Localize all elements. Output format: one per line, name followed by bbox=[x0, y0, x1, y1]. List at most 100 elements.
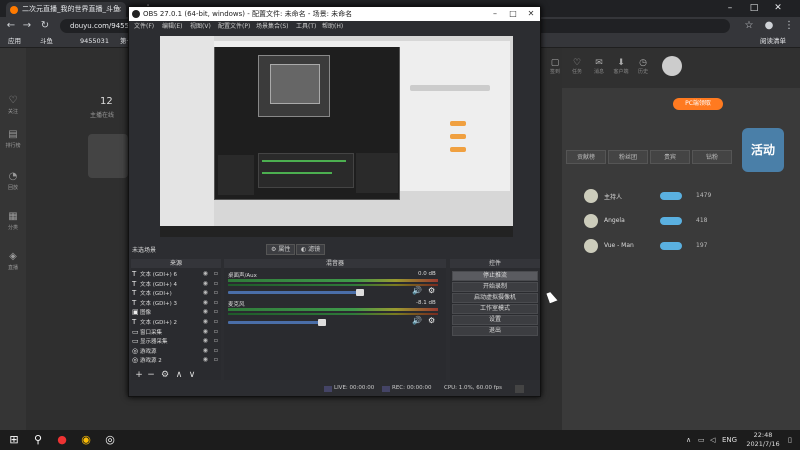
rank-row[interactable]: Vue - Man 197 bbox=[566, 236, 726, 256]
visibility-eye-icon[interactable]: ◉ bbox=[203, 289, 208, 297]
move-down-icon[interactable]: ∨ bbox=[187, 370, 197, 380]
studio-mode-button[interactable]: 工作室模式 bbox=[452, 304, 538, 314]
lock-icon[interactable]: ▫ bbox=[214, 328, 218, 336]
lock-icon[interactable]: ▫ bbox=[214, 356, 218, 364]
visibility-eye-icon[interactable]: ◉ bbox=[203, 280, 208, 288]
start-virtual-camera-button[interactable]: 启动虚拟摄像机 bbox=[452, 293, 538, 303]
source-item[interactable]: T 文本 (GDI+) ◉ ▫ bbox=[132, 289, 220, 297]
lock-icon[interactable]: ▫ bbox=[214, 337, 218, 345]
source-item[interactable]: ◎ 游戏源 ◉ ▫ bbox=[132, 347, 220, 355]
extensions-icon[interactable]: ☆ bbox=[742, 17, 756, 35]
nav-live[interactable]: ◈ 直播 bbox=[0, 250, 26, 276]
network-icon[interactable]: ▭ bbox=[698, 430, 705, 450]
source-item[interactable]: T 文本 (GDI+) 4 ◉ ▫ bbox=[132, 280, 220, 288]
menu-edit[interactable]: 编辑(E) bbox=[162, 21, 182, 32]
source-item[interactable]: ▣图像 ◉ ▫ bbox=[132, 308, 220, 316]
obs-close-icon[interactable]: ✕ bbox=[522, 7, 540, 21]
source-item[interactable]: T 文本 (GDI+) 2 ◉ ▫ bbox=[132, 318, 220, 326]
tray-chevron-icon[interactable]: ∧ bbox=[686, 430, 691, 450]
streamer-thumbnail[interactable] bbox=[88, 134, 128, 178]
volume-icon[interactable]: ◁ bbox=[710, 430, 715, 450]
rank-tab-fans[interactable]: 粉丝团 bbox=[608, 150, 648, 164]
rank-tab-diamond[interactable]: 钻粉 bbox=[692, 150, 732, 164]
netease-music-icon[interactable]: ● bbox=[50, 430, 74, 450]
notification-icon[interactable]: ▯ bbox=[788, 430, 792, 450]
filters-button[interactable]: ◐ 滤镜 bbox=[296, 244, 326, 255]
volume-fader-handle[interactable] bbox=[356, 289, 364, 296]
lock-icon[interactable]: ▫ bbox=[214, 347, 218, 355]
menu-file[interactable]: 文件(F) bbox=[134, 21, 154, 32]
menu-view[interactable]: 视图(V) bbox=[190, 21, 211, 32]
menu-profile[interactable]: 配置文件(P) bbox=[218, 21, 250, 32]
source-item[interactable]: ◎ 游戏源 2 ◉ ▫ bbox=[132, 356, 220, 364]
pc-reward-badge[interactable]: PC端领取 bbox=[673, 98, 723, 110]
gear-icon[interactable]: ⚙ bbox=[428, 286, 435, 295]
source-item[interactable]: ▭窗口采集 ◉ ▫ bbox=[132, 328, 220, 336]
promo-banner[interactable]: 活动 bbox=[742, 128, 784, 172]
checkin-icon[interactable]: ▢ 签到 bbox=[546, 58, 564, 75]
exit-button[interactable]: 退出 bbox=[452, 326, 538, 336]
taskbar-clock[interactable]: 22:48 2021/7/16 bbox=[738, 431, 788, 449]
user-avatar[interactable] bbox=[662, 56, 682, 76]
visibility-eye-icon[interactable]: ◉ bbox=[203, 356, 208, 364]
add-source-icon[interactable]: + bbox=[134, 370, 144, 380]
chrome-menu-icon[interactable]: ⋮ bbox=[782, 17, 796, 35]
chrome-minimize-icon[interactable]: – bbox=[718, 0, 742, 17]
nav-replay[interactable]: ◔ 回放 bbox=[0, 170, 26, 196]
language-indicator[interactable]: ENG bbox=[722, 430, 737, 450]
windows-start-icon[interactable]: ⊞ bbox=[2, 430, 26, 450]
source-item[interactable]: ▭显示器采集 ◉ ▫ bbox=[132, 337, 220, 345]
speaker-icon[interactable]: 🔊 bbox=[412, 286, 422, 295]
visibility-eye-icon[interactable]: ◉ bbox=[203, 347, 208, 355]
lock-icon[interactable]: ▫ bbox=[214, 280, 218, 288]
nav-ranking[interactable]: ▤ 排行榜 bbox=[0, 128, 26, 154]
start-recording-button[interactable]: 开始录制 bbox=[452, 282, 538, 292]
menu-scene-collection[interactable]: 场景集合(S) bbox=[256, 21, 289, 32]
reload-icon[interactable]: ↻ bbox=[38, 17, 52, 35]
volume-fader[interactable] bbox=[228, 321, 320, 324]
bookmark-apps[interactable]: 应用 bbox=[8, 36, 21, 47]
menu-tools[interactable]: 工具(T) bbox=[296, 21, 316, 32]
message-icon[interactable]: ✉ 消息 bbox=[590, 58, 608, 75]
gear-icon[interactable]: ⚙ bbox=[428, 316, 435, 325]
visibility-eye-icon[interactable]: ◉ bbox=[203, 337, 208, 345]
lock-icon[interactable]: ▫ bbox=[214, 289, 218, 297]
search-icon[interactable]: ⚲ bbox=[26, 430, 50, 450]
reading-list[interactable]: 阅读清单 bbox=[760, 36, 786, 47]
volume-fader-handle[interactable] bbox=[318, 319, 326, 326]
lock-icon[interactable]: ▫ bbox=[214, 308, 218, 316]
visibility-eye-icon[interactable]: ◉ bbox=[203, 308, 208, 316]
visibility-eye-icon[interactable]: ◉ bbox=[203, 328, 208, 336]
client-icon[interactable]: ⬇ 客户端 bbox=[612, 58, 630, 75]
lock-icon[interactable]: ▫ bbox=[214, 270, 218, 278]
menu-help[interactable]: 帮助(H) bbox=[322, 21, 343, 32]
visibility-eye-icon[interactable]: ◉ bbox=[203, 270, 208, 278]
obs-maximize-icon[interactable]: □ bbox=[504, 7, 522, 21]
nav-category[interactable]: ▦ 分类 bbox=[0, 210, 26, 236]
obs-taskbar-icon[interactable]: ◎ bbox=[98, 430, 122, 450]
lock-icon[interactable]: ▫ bbox=[214, 318, 218, 326]
move-up-icon[interactable]: ∧ bbox=[174, 370, 184, 380]
tab-close-icon[interactable]: ✕ bbox=[115, 2, 122, 17]
profile-icon[interactable]: ● bbox=[762, 17, 776, 35]
rank-row[interactable]: Angela 418 bbox=[566, 211, 726, 231]
obs-minimize-icon[interactable]: – bbox=[486, 7, 504, 21]
rank-row[interactable]: 主持人 1479 bbox=[566, 186, 726, 206]
visibility-eye-icon[interactable]: ◉ bbox=[203, 318, 208, 326]
history-icon[interactable]: ◷ 历史 bbox=[634, 58, 652, 75]
rank-tab-vip[interactable]: 贵宾 bbox=[650, 150, 690, 164]
task-icon[interactable]: ♡ 任务 bbox=[568, 58, 586, 75]
remove-source-icon[interactable]: − bbox=[146, 370, 156, 380]
chrome-maximize-icon[interactable]: □ bbox=[742, 0, 766, 17]
properties-button[interactable]: ⚙ 属性 bbox=[266, 244, 296, 255]
forward-icon[interactable]: → bbox=[20, 17, 34, 35]
volume-fader[interactable] bbox=[228, 291, 358, 294]
settings-button[interactable]: 设置 bbox=[452, 315, 538, 325]
speaker-icon[interactable]: 🔊 bbox=[412, 316, 422, 325]
source-item[interactable]: T 文本 (GDI+) 6 ◉ ▫ bbox=[132, 270, 220, 278]
lock-icon[interactable]: ▫ bbox=[214, 299, 218, 307]
visibility-eye-icon[interactable]: ◉ bbox=[203, 299, 208, 307]
chrome-close-icon[interactable]: ✕ bbox=[766, 0, 790, 17]
bookmark-room[interactable]: 9455031 bbox=[80, 36, 109, 47]
stop-streaming-button[interactable]: 停止推流 bbox=[452, 271, 538, 281]
